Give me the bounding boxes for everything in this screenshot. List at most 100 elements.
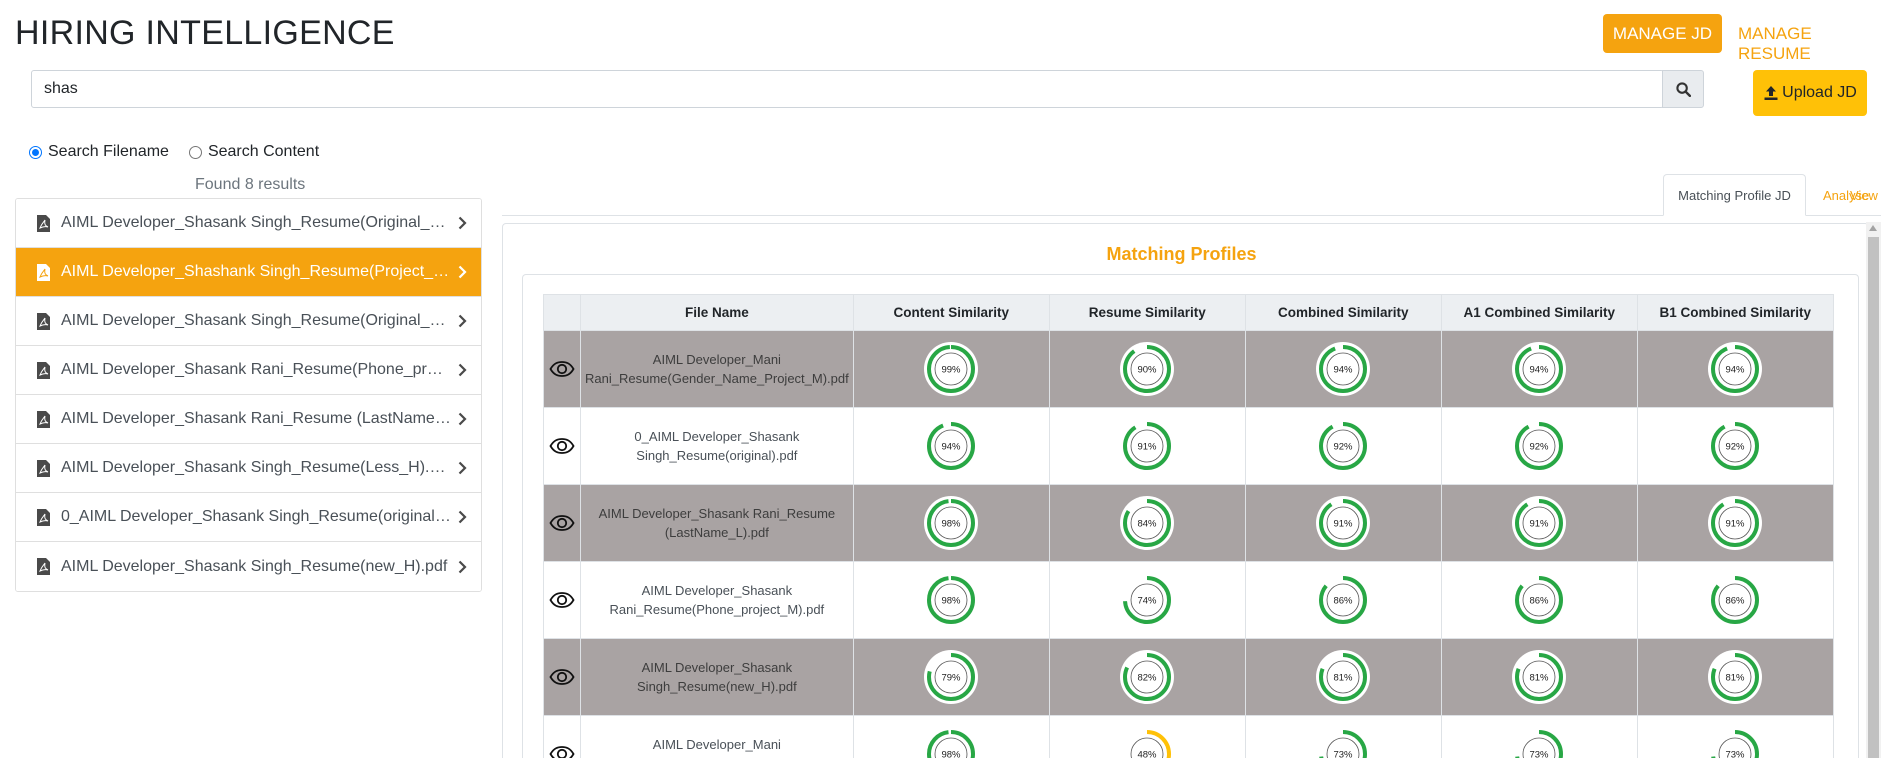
scroll-up-icon[interactable] (1869, 225, 1877, 231)
similarity-gauge: 82% (1120, 650, 1175, 704)
app-title: HIRING INTELLIGENCE (15, 14, 395, 52)
file-name-cell: AIML Developer_Shasank Singh_Resume(new_… (580, 638, 854, 716)
resume-similarity-cell: 90% (1048, 330, 1246, 408)
file-list-item[interactable]: AIML Developer_Shasank Rani_Resume (Last… (16, 395, 481, 444)
file-name: AIML Developer_Shashank Singh_Resume(Pro… (61, 263, 451, 280)
eye-cell (543, 330, 581, 408)
resume-similarity-cell: 84% (1048, 484, 1246, 562)
chevron-right-icon (451, 412, 467, 426)
scrollbar-thumb[interactable] (1868, 237, 1879, 758)
table-row: AIML Developer_Mani Rani_Resume(Gender_N… (543, 330, 1834, 408)
file-name-cell: AIML Developer_Mani Rani_Resume(Gender_N… (580, 715, 854, 758)
eye-icon[interactable] (544, 746, 580, 758)
search-filename-label: Search Filename (48, 143, 169, 160)
file-list-item[interactable]: AIML Developer_Shasank Singh_Resume(Orig… (16, 199, 481, 248)
gauge-value: 84% (1138, 519, 1158, 530)
search-content-radio[interactable]: Search Content (188, 143, 320, 161)
content-similarity-cell: 94% (852, 407, 1050, 485)
a1-similarity-cell: 92% (1440, 407, 1638, 485)
similarity-gauge: 74% (1120, 573, 1175, 627)
file-name: AIML Developer_Shasank Singh_Resume(Orig… (61, 312, 451, 329)
eye-icon[interactable] (544, 592, 580, 608)
file-list-item[interactable]: 0_AIML Developer_Shasank Singh_Resume(or… (16, 493, 481, 542)
gauge-value: 90% (1138, 365, 1158, 376)
combined-similarity-cell: 94% (1244, 330, 1442, 408)
gauge-value: 91% (1530, 519, 1550, 530)
search-input[interactable] (32, 71, 1662, 107)
table-row: 0_AIML Developer_Shasank Singh_Resume(or… (543, 407, 1834, 485)
table-row: AIML Developer_Shasank Singh_Resume(new_… (543, 638, 1834, 716)
tab-matching-profile-jd[interactable]: Matching Profile JD (1663, 174, 1806, 216)
pdf-file-icon (36, 459, 56, 478)
eye-icon[interactable] (544, 515, 580, 531)
chevron-right-icon (451, 314, 467, 328)
file-list-item[interactable]: AIML Developer_Shashank Singh_Resume(Pro… (16, 248, 481, 297)
search-filename-radio[interactable]: Search Filename (29, 143, 169, 161)
search-box (31, 70, 1664, 108)
file-list-item[interactable]: AIML Developer_Shasank Singh_Resume(Less… (16, 444, 481, 493)
eye-icon[interactable] (544, 438, 580, 454)
a1-similarity-cell: 73% (1440, 715, 1638, 758)
gauge-value: 73% (1334, 750, 1354, 758)
similarity-gauge: 98% (924, 727, 979, 758)
gauge-value: 91% (1138, 442, 1158, 453)
a1-similarity-cell: 94% (1440, 330, 1638, 408)
gauge-value: 79% (942, 673, 962, 684)
eye-icon[interactable] (544, 361, 580, 377)
file-name: AIML Developer_Shasank Rani_Resume(Phone… (61, 361, 451, 378)
combined-similarity-cell: 86% (1244, 561, 1442, 639)
file-list-item[interactable]: AIML Developer_Shasank Singh_Resume(Orig… (16, 297, 481, 346)
gauge-value: 74% (1138, 596, 1158, 607)
file-name-cell: 0_AIML Developer_Shasank Singh_Resume(or… (580, 407, 854, 485)
combined-similarity-cell: 81% (1244, 638, 1442, 716)
a1-similarity-cell: 91% (1440, 484, 1638, 562)
matching-profiles-table: File Name Content Similarity Resume Simi… (543, 294, 1834, 758)
similarity-gauge: 94% (1316, 342, 1371, 396)
similarity-gauge: 79% (924, 650, 979, 704)
gauge-value: 82% (1138, 673, 1158, 684)
content-similarity-cell: 98% (852, 561, 1050, 639)
file-list-item[interactable]: AIML Developer_Shasank Singh_Resume(new_… (16, 542, 481, 591)
gauge-value: 92% (1726, 442, 1746, 453)
gauge-value: 94% (1334, 365, 1354, 376)
gauge-value: 81% (1726, 673, 1746, 684)
gauge-value: 98% (942, 596, 962, 607)
search-content-label: Search Content (207, 143, 320, 160)
file-name: AIML Developer_Shasank Singh_Resume(Less… (61, 459, 451, 476)
pdf-file-icon (36, 410, 56, 429)
manage-jd-button[interactable]: MANAGE JD (1603, 14, 1722, 53)
gauge-value: 94% (942, 442, 962, 453)
header-resume-similarity: Resume Similarity (1048, 294, 1246, 331)
b1-similarity-cell: 91% (1636, 484, 1834, 562)
upload-jd-button[interactable]: Upload JD (1753, 70, 1867, 116)
pdf-file-icon (36, 214, 56, 233)
scrollbar[interactable] (1866, 222, 1881, 758)
resume-similarity-cell: 82% (1048, 638, 1246, 716)
eye-icon[interactable] (544, 669, 580, 685)
gauge-value: 86% (1726, 596, 1746, 607)
similarity-gauge: 81% (1512, 650, 1567, 704)
search-button[interactable] (1662, 70, 1704, 108)
gauge-value: 92% (1530, 442, 1550, 453)
chevron-right-icon (451, 560, 467, 574)
file-name-cell: AIML Developer_Shasank Rani_Resume(Phone… (580, 561, 854, 639)
content-similarity-cell: 98% (852, 715, 1050, 758)
gauge-value: 86% (1530, 596, 1550, 607)
similarity-gauge: 84% (1120, 496, 1175, 550)
similarity-gauge: 73% (1708, 727, 1763, 758)
similarity-gauge: 86% (1708, 573, 1763, 627)
tab-analyse[interactable]: Analyse (1823, 174, 1881, 216)
chevron-right-icon (451, 216, 467, 230)
chevron-right-icon (451, 363, 467, 377)
file-list-item[interactable]: AIML Developer_Shasank Rani_Resume(Phone… (16, 346, 481, 395)
search-mode-group: Search Filename Search Content (29, 143, 339, 161)
file-name: 0_AIML Developer_Shasank Singh_Resume(or… (61, 508, 451, 525)
gauge-value: 98% (942, 750, 962, 758)
similarity-gauge: 99% (924, 342, 979, 396)
content-similarity-cell: 98% (852, 484, 1050, 562)
manage-resume-link[interactable]: MANAGE RESUME (1738, 24, 1881, 64)
header-a1-combined-similarity: A1 Combined Similarity (1440, 294, 1638, 331)
similarity-gauge: 91% (1512, 496, 1567, 550)
radio-checked-icon (29, 145, 42, 159)
header-eye (543, 294, 581, 331)
